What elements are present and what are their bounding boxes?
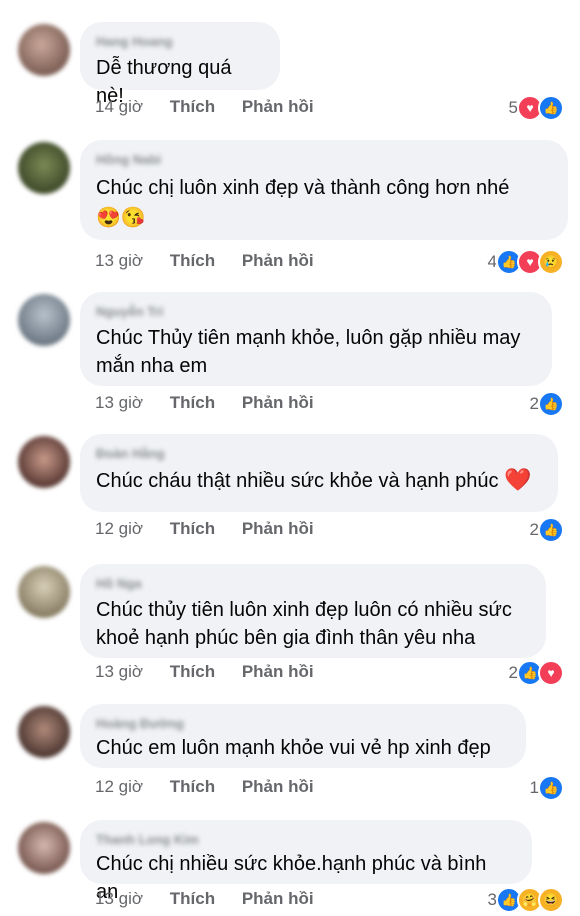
comment-time[interactable]: 13 giờ [95, 889, 143, 908]
like-button[interactable]: Thích [170, 662, 215, 681]
like-button[interactable]: Thích [170, 97, 215, 116]
like-button[interactable]: Thích [170, 393, 215, 412]
reaction-summary[interactable]: 5 ♥ 👍 [509, 95, 564, 121]
reaction-summary[interactable]: 2 👍 [530, 517, 564, 543]
avatar[interactable] [18, 566, 70, 618]
comment-actions: 12 giờ Thích Phản hồi [95, 777, 336, 797]
comment-text: Chúc thủy tiên luôn xinh đẹp luôn có nhi… [96, 599, 512, 649]
like-button[interactable]: Thích [170, 777, 215, 796]
reply-button[interactable]: Phản hồi [242, 393, 314, 412]
haha-reaction-icon: 😆 [538, 887, 564, 913]
avatar[interactable] [18, 822, 70, 874]
comment-bubble: Thanh Long Kim Chúc chị nhiều sức khỏe.h… [80, 820, 532, 903]
avatar[interactable] [18, 24, 70, 76]
reply-button[interactable]: Phản hồi [242, 662, 314, 681]
comment-text: Chúc cháu thật nhiều sức khỏe và hạnh ph… [96, 466, 540, 495]
comment-time[interactable]: 12 giờ [95, 519, 143, 538]
comment-author[interactable]: Hồng Nabi [96, 152, 550, 168]
comment-emojis: 😍😘 [96, 207, 146, 229]
comment-text: Chúc Thủy tiên mạnh khỏe, luôn gặp nhiều… [96, 327, 521, 377]
comment-bubble: Nguyễn Trí Chúc Thủy tiên mạnh khỏe, luô… [80, 292, 552, 386]
like-reaction-icon: 👍 [538, 95, 564, 121]
avatar[interactable] [18, 436, 70, 488]
comment-time[interactable]: 13 giờ [95, 251, 143, 270]
reaction-summary[interactable]: 1 👍 [530, 775, 564, 801]
heart-emoji: ❤️ [504, 467, 532, 492]
comment-text: Chúc em luôn mạnh khỏe vui vẻ hp xinh đẹ… [96, 737, 491, 759]
comment-time[interactable]: 13 giờ [95, 393, 143, 412]
like-reaction-icon: 👍 [538, 775, 564, 801]
reaction-summary[interactable]: 2 👍 ♥ [509, 660, 564, 686]
reply-button[interactable]: Phản hồi [242, 777, 314, 796]
avatar[interactable] [18, 294, 70, 346]
reaction-summary[interactable]: 3 👍 🤗 😆 [488, 887, 564, 913]
reply-button[interactable]: Phản hồi [242, 519, 314, 538]
comment-author[interactable]: Nguyễn Trí [96, 304, 534, 320]
like-button[interactable]: Thích [170, 519, 215, 538]
reply-button[interactable]: Phản hồi [242, 889, 314, 908]
comment-actions: 13 giờ Thích Phản hồi [95, 251, 336, 271]
comment-actions: 13 giờ Thích Phản hồi [95, 889, 336, 909]
reply-button[interactable]: Phản hồi [242, 251, 314, 270]
like-reaction-icon: 👍 [538, 517, 564, 543]
comment-time[interactable]: 13 giờ [95, 662, 143, 681]
comment-bubble: Hồng Nabi Chúc chị luôn xinh đẹp và thàn… [80, 140, 568, 240]
comment-author[interactable]: Đoàn Hằng [96, 446, 540, 462]
comment-bubble: Hoàng Đường Chúc em luôn mạnh khỏe vui v… [80, 704, 526, 768]
like-button[interactable]: Thích [170, 889, 215, 908]
comment-actions: 14 giờ Thích Phản hồi [95, 97, 336, 117]
like-reaction-icon: 👍 [538, 391, 564, 417]
comment-bubble: Đoàn Hằng Chúc cháu thật nhiều sức khỏe … [80, 434, 558, 512]
comment-time[interactable]: 12 giờ [95, 777, 143, 796]
comment-bubble: Hồ Nga Chúc thủy tiên luôn xinh đẹp luôn… [80, 564, 546, 658]
avatar[interactable] [18, 142, 70, 194]
comment-author[interactable]: Hoàng Đường [96, 716, 508, 732]
reply-button[interactable]: Phản hồi [242, 97, 314, 116]
like-button[interactable]: Thích [170, 251, 215, 270]
reaction-summary[interactable]: 2 👍 [530, 391, 564, 417]
comment-author[interactable]: Thanh Long Kim [96, 832, 514, 848]
avatar[interactable] [18, 706, 70, 758]
comment-bubble: Hang Hoang Dễ thương quá nè! [80, 22, 280, 107]
comment-actions: 13 giờ Thích Phản hồi [95, 393, 336, 413]
comment-actions: 13 giờ Thích Phản hồi [95, 662, 336, 682]
comment-text: Chúc chị luôn xinh đẹp và thành công hơn… [96, 177, 510, 199]
comment-text-body: Chúc cháu thật nhiều sức khỏe và hạnh ph… [96, 470, 499, 492]
love-reaction-icon: ♥ [538, 660, 564, 686]
reaction-summary[interactable]: 4 👍 ♥ 😢 [488, 249, 564, 275]
comment-actions: 12 giờ Thích Phản hồi [95, 519, 336, 539]
comment-author[interactable]: Hang Hoang [96, 34, 262, 50]
comment-author[interactable]: Hồ Nga [96, 576, 528, 592]
sad-reaction-icon: 😢 [538, 249, 564, 275]
comment-time[interactable]: 14 giờ [95, 97, 143, 116]
